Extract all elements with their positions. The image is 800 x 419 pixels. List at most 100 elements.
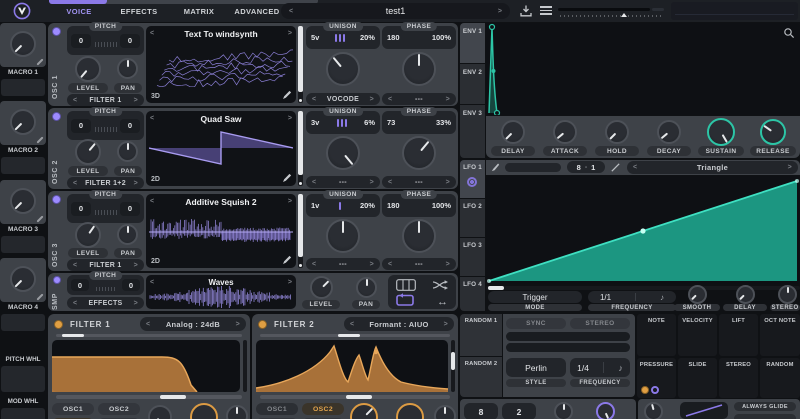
osc2-unison-detune[interactable]: 6%: [364, 118, 375, 127]
filter1-cutoff-slider[interactable]: [56, 395, 242, 399]
loop-icon[interactable]: [396, 293, 414, 306]
preset-next-arrow[interactable]: >: [498, 8, 502, 15]
osc3-view-mode[interactable]: 2D: [151, 258, 160, 265]
env-attack-knob[interactable]: [553, 120, 577, 144]
smp-transpose[interactable]: 0: [71, 279, 89, 291]
lfo-stereo-knob[interactable]: [778, 285, 797, 304]
osc1-phase-knob[interactable]: [402, 52, 436, 86]
osc1-unison-knob[interactable]: [326, 52, 360, 86]
osc3-unison-knob[interactable]: [326, 219, 360, 253]
osc2-view-mode[interactable]: 2D: [151, 176, 160, 183]
lfo-display[interactable]: [486, 176, 800, 284]
osc3-unison-voices[interactable]: 1v: [311, 201, 319, 210]
osc1-view-mode[interactable]: 3D: [151, 93, 160, 100]
filter2-input-osc1[interactable]: OSC1: [256, 403, 298, 415]
lfo3-tab[interactable]: LFO 3: [460, 238, 485, 276]
macro2-mod-strip[interactable]: [1, 157, 45, 174]
env-delay-knob[interactable]: [501, 120, 525, 144]
osc2-unison-knob[interactable]: [326, 136, 360, 170]
env-display[interactable]: [486, 23, 800, 115]
osc1-wavetable-display[interactable]: < Text To windsynth > 3D: [146, 26, 296, 103]
pitch-wheel-strip[interactable]: [1, 366, 45, 392]
env-sustain-knob[interactable]: [707, 118, 735, 146]
osc2-phase-knob[interactable]: [402, 136, 436, 170]
osc2-phase-value[interactable]: 73: [387, 118, 395, 127]
env2-tab[interactable]: ENV 2: [460, 64, 485, 104]
osc1-tune[interactable]: 0: [120, 33, 140, 48]
filter2-morph-slider[interactable]: [260, 334, 450, 337]
osc1-frame-slider[interactable]: [298, 26, 303, 103]
smp-enable-dot[interactable]: [53, 276, 61, 284]
osc2-transpose[interactable]: 0: [71, 118, 91, 133]
osc2-frame-slider[interactable]: [298, 111, 303, 186]
osc3-tune[interactable]: 0: [120, 201, 140, 216]
osc1-routing-selector[interactable]: < FILTER 1 >: [67, 94, 144, 106]
filter2-resonance-track[interactable]: [451, 340, 455, 392]
lfo1-tab[interactable]: LFO 1: [460, 160, 485, 198]
osc2-wavetable-display[interactable]: < Quad Saw > 2D: [146, 111, 296, 186]
always-glide-button[interactable]: ALWAYS GLIDE: [734, 402, 796, 411]
macro3-edit-icon[interactable]: [36, 215, 44, 223]
filter1-morph-slider[interactable]: [56, 334, 242, 337]
osc1-level-knob[interactable]: [75, 56, 101, 82]
voice-priority-box[interactable]: 2: [502, 403, 536, 419]
lfo-delay-knob[interactable]: [736, 285, 755, 304]
osc3-pan-knob[interactable]: [117, 224, 138, 245]
osc2-routing-selector[interactable]: < FILTER 1+2 >: [67, 177, 144, 189]
osc2-enable-dot[interactable]: [52, 112, 61, 121]
filter1-resonance-track[interactable]: [243, 340, 247, 392]
tab-effects[interactable]: EFFECTS: [112, 7, 166, 16]
osc1-phase-mode-selector[interactable]: < --- >: [382, 93, 456, 105]
macro2-knob[interactable]: [10, 109, 36, 135]
filter1-input-osc1[interactable]: OSC1: [52, 403, 94, 415]
osc1-transpose[interactable]: 0: [71, 33, 91, 48]
env-hold-knob[interactable]: [605, 120, 629, 144]
pressure-dot-orange[interactable]: [641, 386, 649, 394]
macro3-knob[interactable]: [10, 188, 36, 214]
random-sync-button[interactable]: SYNC: [506, 318, 566, 329]
macro1-mod-strip[interactable]: [1, 79, 45, 96]
filter1-enable-dot[interactable]: [54, 320, 63, 329]
osc2-phase-rand[interactable]: 33%: [436, 118, 451, 127]
filter1-input-osc2[interactable]: OSC2: [98, 403, 140, 415]
source-slide[interactable]: SLIDE: [678, 358, 717, 398]
osc2-phase-mode-selector[interactable]: < --- >: [382, 176, 456, 188]
filter2-mix-knob[interactable]: [350, 403, 378, 419]
voice-count-box[interactable]: 8: [464, 403, 498, 419]
source-stereo[interactable]: STEREO: [719, 358, 758, 398]
osc2-unison-voices[interactable]: 3v: [311, 118, 319, 127]
macro4-edit-icon[interactable]: [36, 293, 44, 301]
smp-sample-display[interactable]: < Waves >: [146, 275, 296, 309]
filter2-model-selector[interactable]: < Formant : AIUO >: [344, 317, 454, 331]
filter2-resonance-knob[interactable]: [434, 405, 456, 419]
osc2-tune[interactable]: 0: [120, 118, 140, 133]
osc2-wave-name[interactable]: Quad Saw: [200, 114, 241, 124]
smp-tune[interactable]: 0: [122, 279, 140, 291]
bounce-icon[interactable]: ↔: [437, 296, 448, 308]
osc3-phase-knob[interactable]: [402, 219, 436, 253]
osc1-edit-pencil-icon[interactable]: [282, 90, 292, 100]
preset-browser[interactable]: < test1 >: [281, 3, 510, 19]
random1-tab[interactable]: RANDOM 1: [460, 314, 502, 356]
tab-matrix[interactable]: MATRIX: [174, 7, 224, 16]
osc3-wavetable-display[interactable]: < Additive Squish 2 > 2D: [146, 194, 296, 268]
osc1-pan-knob[interactable]: [117, 58, 138, 79]
voice-knob-b[interactable]: [596, 402, 615, 419]
filter2-cutoff-slider[interactable]: [260, 395, 450, 399]
random-phase-icon[interactable]: [432, 279, 448, 291]
lfo4-tab[interactable]: LFO 4: [460, 277, 485, 311]
filter2-input-osc2[interactable]: OSC2: [302, 403, 344, 415]
osc1-enable-dot[interactable]: [52, 27, 61, 36]
pressure-dot-purple[interactable]: [651, 386, 659, 394]
source-random[interactable]: RANDOM: [760, 358, 800, 398]
osc1-wave-next[interactable]: >: [288, 30, 292, 37]
osc3-edit-pencil-icon[interactable]: [282, 255, 292, 265]
preset-name[interactable]: test1: [386, 6, 406, 16]
env3-tab[interactable]: ENV 3: [460, 105, 485, 158]
tab-voice[interactable]: VOICE: [56, 7, 102, 16]
macro1-knob[interactable]: [10, 31, 36, 57]
osc3-frame-slider[interactable]: [298, 194, 303, 268]
source-note[interactable]: NOTE: [637, 314, 676, 356]
osc3-unison-mode-selector[interactable]: < --- >: [306, 258, 380, 270]
source-velocity[interactable]: VELOCITY: [678, 314, 717, 356]
